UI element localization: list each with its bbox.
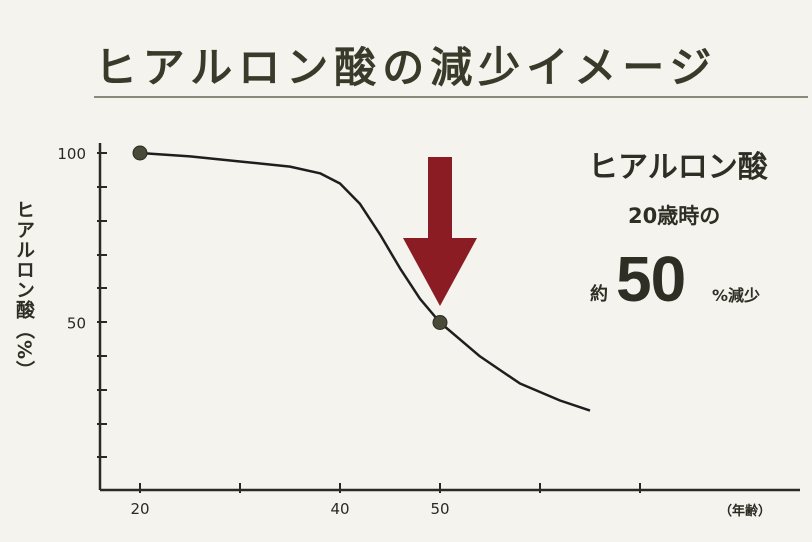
down-arrow <box>403 157 477 306</box>
y-tick-label: 50 <box>67 315 86 333</box>
annotation-prefix: 約 <box>590 284 608 305</box>
y-tick-label: 100 <box>57 145 86 163</box>
x-tick-label: 20 <box>130 500 149 518</box>
annotation-value: 50 <box>616 243 686 315</box>
data-point-marker <box>132 145 148 161</box>
annotation-suffix: %減少 <box>712 286 761 305</box>
annotation-title: ヒアルロン酸 <box>588 150 768 185</box>
y-axis-label: ヒアルロン酸（%） <box>13 200 35 381</box>
annotation-subtitle: 20歳時の <box>628 204 721 228</box>
data-point-marker <box>432 315 448 330</box>
x-tick-label: 50 <box>430 500 449 518</box>
x-tick-label: 40 <box>330 500 349 518</box>
series-line <box>139 151 591 412</box>
x-unit-label: （年齢） <box>719 503 771 519</box>
chart-svg: 100 50 20 40 50 （年齢） <box>57 143 800 519</box>
plot <box>132 145 591 412</box>
